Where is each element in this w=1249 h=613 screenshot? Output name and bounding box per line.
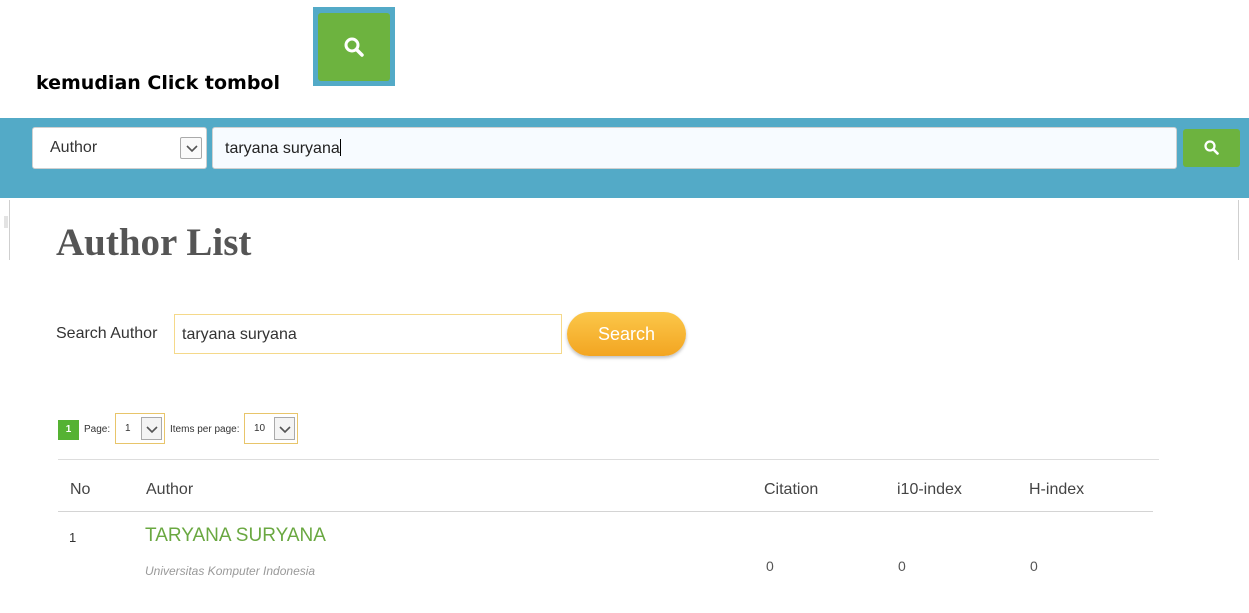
column-header-i10-index: i10-index <box>897 481 962 498</box>
right-panel-edge <box>1238 200 1239 260</box>
i10-index-value: 0 <box>898 558 906 574</box>
search-button[interactable]: Search <box>567 312 686 356</box>
pagination-current-page[interactable]: 1 <box>58 420 79 440</box>
chevron-down-icon <box>186 145 198 153</box>
table-header-divider <box>58 511 1153 512</box>
column-header-author: Author <box>146 481 194 498</box>
column-header-h-index: H-index <box>1029 481 1085 498</box>
left-panel-edge <box>0 200 10 260</box>
h-index-value: 0 <box>1030 558 1038 574</box>
select-caret[interactable] <box>180 137 202 159</box>
page-select-value: 1 <box>125 423 131 434</box>
page-select[interactable]: 1 <box>115 413 165 444</box>
instruction-text: kemudian Click tombol <box>36 72 280 94</box>
text-cursor <box>339 139 341 156</box>
column-header-citation: Citation <box>764 481 819 498</box>
search-field-select-value: Author <box>50 139 98 156</box>
author-affiliation: Universitas Komputer Indonesia <box>145 564 316 578</box>
top-search-input[interactable]: taryana suryana <box>212 127 1177 169</box>
column-header-no: No <box>70 481 91 498</box>
items-per-page-value: 10 <box>254 423 266 434</box>
search-icon <box>344 37 364 57</box>
sample-search-button <box>313 7 395 86</box>
top-search-button[interactable] <box>1183 129 1240 167</box>
chevron-down-icon <box>279 426 291 434</box>
select-caret[interactable] <box>141 417 162 440</box>
search-field-select[interactable]: Author <box>32 127 207 169</box>
top-search-bar: Author taryana suryana <box>0 118 1249 198</box>
page-title: Author List <box>56 221 252 264</box>
top-search-input-value: taryana suryana <box>225 140 340 157</box>
search-author-label: Search Author <box>56 325 158 342</box>
search-author-input[interactable]: taryana suryana <box>174 314 562 354</box>
search-author-input-value: taryana suryana <box>182 326 297 343</box>
items-per-page-label: Items per page: <box>170 424 240 435</box>
search-icon <box>1204 140 1219 155</box>
row-number: 1 <box>69 530 77 545</box>
sample-search-button-face <box>318 13 390 81</box>
page-label: Page: <box>84 424 111 435</box>
chevron-down-icon <box>146 426 158 434</box>
select-caret[interactable] <box>274 417 295 440</box>
panel-tick <box>4 216 8 228</box>
items-per-page-select[interactable]: 10 <box>244 413 298 444</box>
author-name-link[interactable]: TARYANA SURYANA <box>145 525 326 547</box>
citation-value: 0 <box>766 558 774 574</box>
table-top-border <box>58 459 1159 460</box>
